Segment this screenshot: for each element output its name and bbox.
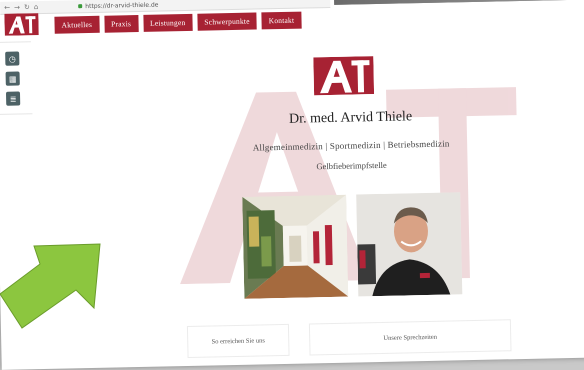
- document-icon[interactable]: ≣: [5, 91, 21, 106]
- lock-icon: [78, 4, 83, 9]
- forward-icon[interactable]: →: [14, 3, 20, 11]
- reload-icon[interactable]: ↻: [24, 3, 30, 11]
- nav-kontakt[interactable]: Kontakt: [261, 11, 302, 30]
- nav-leistungen[interactable]: Leistungen: [142, 13, 193, 32]
- office-hours-label: Unsere Sprechzeiten: [383, 333, 438, 342]
- contact-directions-box[interactable]: So erreichen Sie uns: [186, 323, 290, 359]
- calendar-icon[interactable]: ▦: [5, 71, 20, 86]
- clock-icon[interactable]: ◷: [5, 51, 20, 66]
- nav-aktuelles[interactable]: Aktuelles: [54, 15, 100, 34]
- url-text: https://dr-arvid-thiele.de: [85, 1, 159, 10]
- logo-watermark: [180, 87, 517, 285]
- doctor-portrait-photo: [356, 192, 463, 297]
- practice-hallway-photo: [242, 194, 349, 299]
- browser-nav: ← → ↻ ⌂: [4, 3, 38, 12]
- address-bar[interactable]: https://dr-arvid-thiele.de: [78, 1, 159, 10]
- main-navigation: Aktuelles Praxis Leistungen Schwerpunkte…: [54, 11, 302, 34]
- background-strip: [333, 0, 584, 5]
- green-arrow-icon: [0, 243, 101, 329]
- contact-directions-label: So erreichen Sie uns: [211, 336, 265, 346]
- nav-schwerpunkte[interactable]: Schwerpunkte: [197, 12, 257, 31]
- home-icon[interactable]: ⌂: [34, 3, 39, 11]
- back-icon[interactable]: ←: [4, 4, 10, 12]
- nav-praxis[interactable]: Praxis: [103, 14, 139, 33]
- divider: [0, 41, 31, 43]
- site-logo[interactable]: [4, 13, 39, 36]
- logo-icon: [4, 13, 39, 36]
- main-logo: [313, 56, 375, 96]
- divider: [0, 113, 33, 115]
- office-hours-box[interactable]: Unsere Sprechzeiten: [308, 319, 512, 356]
